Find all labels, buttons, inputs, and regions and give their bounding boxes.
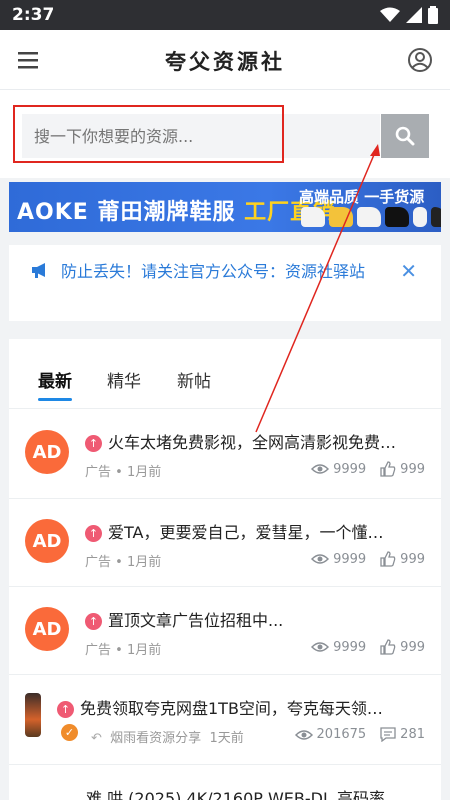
post-stats: 9999 999 bbox=[311, 461, 425, 477]
post-stats: 9999 999 bbox=[311, 639, 425, 655]
comment-icon bbox=[380, 727, 396, 742]
signal-icon bbox=[406, 7, 422, 23]
post-category: 广告 bbox=[85, 465, 112, 480]
views-count: 9999 bbox=[333, 551, 367, 567]
post-category: 广告 bbox=[85, 555, 112, 570]
app-title: 夸父资源社 bbox=[165, 50, 285, 74]
banner-right-text: 高端品质 一手货源 bbox=[299, 188, 425, 206]
post-stats: 9999 999 bbox=[311, 551, 425, 567]
app-header: 夸父资源社 bbox=[0, 30, 450, 90]
up-arrow-icon: ↑ bbox=[85, 435, 102, 452]
post-title: ↑ 火车太堵免费影视，全网高清影视免费… bbox=[85, 429, 430, 453]
thumbs-up-icon bbox=[380, 639, 396, 655]
shoe-image bbox=[329, 207, 353, 227]
post-time: 1月前 bbox=[126, 555, 162, 570]
post-time: 1天前 bbox=[209, 731, 244, 746]
post-category: 广告 bbox=[85, 643, 112, 658]
post-row[interactable]: AD ↑ 火车太堵免费影视，全网高清影视免费… 广告 • 1月前 9999 999 bbox=[9, 409, 441, 499]
status-bar: 2:37 bbox=[0, 0, 450, 30]
thumbs-up-icon bbox=[380, 461, 396, 477]
post-row[interactable]: AD ↑ 置顶文章广告位招租中... 广告 • 1月前 9999 999 bbox=[9, 587, 441, 675]
post-title: ↑ 置顶文章广告位招租中... bbox=[85, 607, 430, 631]
post-title: ↑ 免费领取夸克网盘1TB空间，夸克每天领… bbox=[57, 695, 427, 719]
views-stat: 9999 bbox=[311, 462, 366, 477]
avatar: AD bbox=[25, 607, 69, 651]
views-count: 9999 bbox=[333, 461, 367, 477]
earbuds-image bbox=[413, 207, 427, 227]
views-stat: 201675 bbox=[294, 727, 367, 742]
views-count: 9999 bbox=[333, 639, 367, 655]
search-button[interactable] bbox=[381, 114, 429, 158]
avatar: AD bbox=[25, 430, 69, 474]
eye-icon bbox=[294, 729, 313, 740]
post-row[interactable]: ↑ 免费领取夸克网盘1TB空间，夸克每天领… ✓ ↶ 烟雨看资源分享 1天前 20… bbox=[9, 675, 441, 765]
likes-count: 999 bbox=[400, 551, 425, 567]
post-meta: ↶ 烟雨看资源分享 1天前 bbox=[91, 727, 244, 746]
tab-new-posts[interactable]: 新帖 bbox=[177, 367, 211, 392]
views-count: 201675 bbox=[316, 727, 367, 742]
close-icon[interactable]: ✕ bbox=[400, 259, 417, 283]
up-arrow-icon: ↑ bbox=[85, 613, 102, 630]
avatar: AD bbox=[25, 519, 69, 563]
comments-count: 281 bbox=[400, 727, 425, 742]
post-time: 1月前 bbox=[126, 465, 162, 480]
ad-banner[interactable]: AOKE 莆田潮牌鞋服 工厂直销 高端品质 一手货源 bbox=[9, 182, 441, 232]
share-icon: ↶ bbox=[91, 731, 102, 746]
shoe-image bbox=[301, 207, 325, 227]
banner-main-text: 莆田潮牌鞋服 bbox=[97, 200, 236, 225]
likes-count: 999 bbox=[400, 639, 425, 655]
banner-products bbox=[301, 207, 441, 227]
eye-icon bbox=[311, 464, 330, 474]
status-time: 2:37 bbox=[12, 5, 55, 25]
verified-badge-icon: ✓ bbox=[61, 724, 78, 741]
post-author: 烟雨看资源分享 bbox=[110, 731, 202, 746]
shoe-image bbox=[385, 207, 409, 227]
likes-count: 999 bbox=[400, 461, 425, 477]
likes-stat: 999 bbox=[380, 551, 425, 567]
post-title-text: 置顶文章广告位招租中... bbox=[108, 611, 284, 630]
post-title: ↑ 爱TA，更要爱自己，爱彗星，一个懂… bbox=[85, 519, 430, 543]
post-title-text: 免费领取夸克网盘1TB空间，夸克每天领… bbox=[80, 699, 383, 718]
post-row[interactable]: AD ↑ 爱TA，更要爱自己，爱彗星，一个懂… 广告 • 1月前 9999 999 bbox=[9, 499, 441, 587]
banner-text: AOKE 莆田潮牌鞋服 工厂直销 bbox=[17, 194, 336, 226]
post-title-text: 火车太堵免费影视，全网高清影视免费… bbox=[108, 433, 397, 452]
battery-icon bbox=[428, 6, 438, 24]
notice-text: 防止丢失！请关注官方公众号：资源社驿站 bbox=[61, 262, 366, 281]
eye-icon bbox=[311, 642, 330, 652]
post-row[interactable]: 难 哄 (2025) 4K/2160P WEB-DL 高码率 … bbox=[9, 765, 441, 800]
post-title: 难 哄 (2025) 4K/2160P WEB-DL 高码率 … bbox=[86, 789, 407, 800]
post-meta: 广告 • 1月前 bbox=[85, 465, 162, 480]
search-section bbox=[0, 90, 450, 178]
views-stat: 9999 bbox=[311, 552, 366, 567]
post-meta: 广告 • 1月前 bbox=[85, 555, 162, 570]
bag-image bbox=[431, 207, 441, 227]
post-time: 1月前 bbox=[126, 643, 162, 658]
tab-indicator bbox=[38, 398, 72, 401]
tab-featured[interactable]: 精华 bbox=[107, 367, 141, 392]
user-icon[interactable] bbox=[406, 46, 434, 74]
wifi-icon bbox=[380, 7, 400, 22]
post-meta: 广告 • 1月前 bbox=[85, 643, 162, 658]
up-arrow-icon: ↑ bbox=[57, 701, 74, 718]
up-arrow-icon: ↑ bbox=[85, 525, 102, 542]
likes-stat: 999 bbox=[380, 461, 425, 477]
thumbs-up-icon bbox=[380, 551, 396, 567]
feed-tabs: 最新 精华 新帖 bbox=[9, 339, 441, 409]
tab-latest[interactable]: 最新 bbox=[38, 367, 72, 392]
eye-icon bbox=[311, 554, 330, 564]
shoe-image bbox=[357, 207, 381, 227]
comments-stat: 281 bbox=[380, 727, 425, 742]
post-feed: 最新 精华 新帖 AD ↑ 火车太堵免费影视，全网高清影视免费… 广告 • 1月前… bbox=[9, 339, 441, 800]
search-input[interactable] bbox=[22, 114, 380, 158]
likes-stat: 999 bbox=[380, 639, 425, 655]
post-title-text: 爱TA，更要爱自己，爱彗星，一个懂… bbox=[108, 523, 384, 542]
post-stats: 201675 281 bbox=[294, 727, 425, 742]
views-stat: 9999 bbox=[311, 640, 366, 655]
post-thumbnail bbox=[25, 693, 41, 737]
notice-card: 防止丢失！请关注官方公众号：资源社驿站 ✕ bbox=[9, 245, 441, 321]
banner-brand: AOKE bbox=[17, 200, 89, 225]
search-icon bbox=[395, 126, 415, 146]
status-icons bbox=[380, 6, 438, 24]
